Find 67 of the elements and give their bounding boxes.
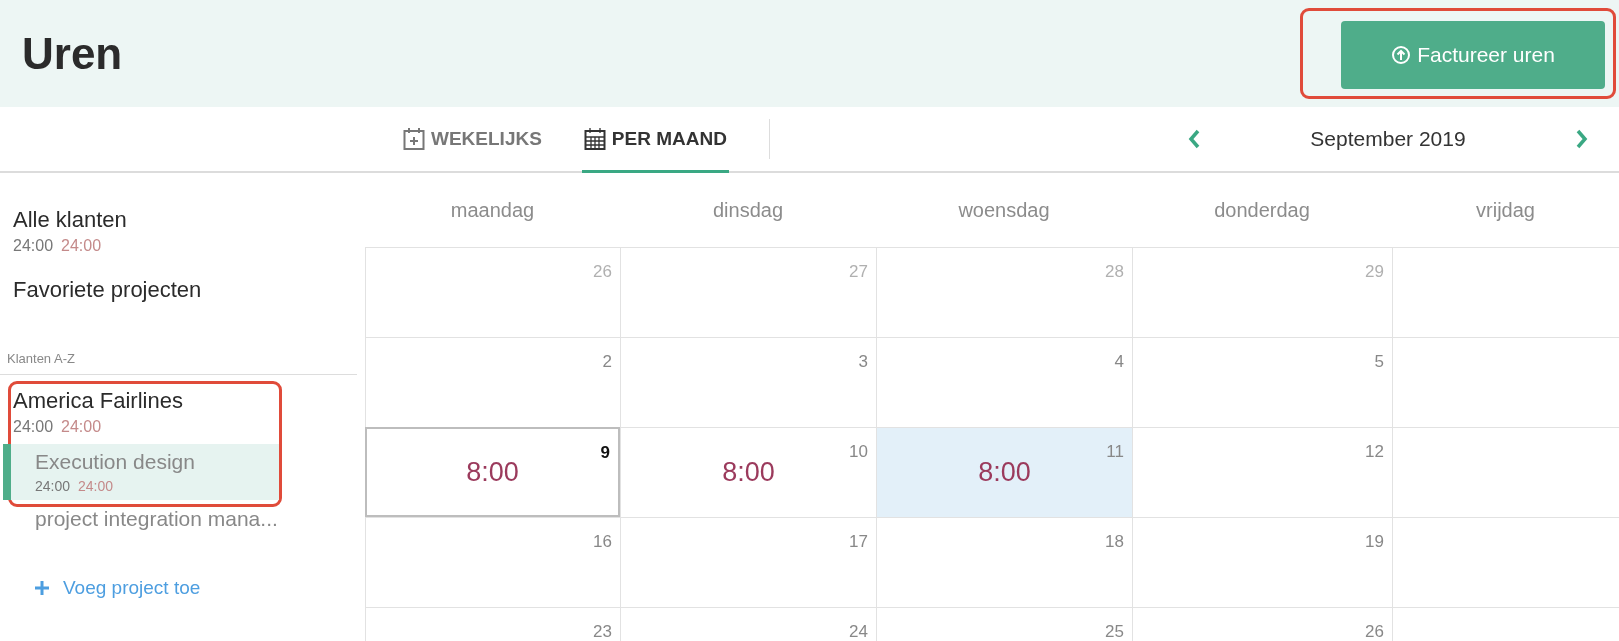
day-cell[interactable]: 2 bbox=[365, 337, 620, 427]
weekday-label: maandag bbox=[449, 197, 536, 223]
section-label: Klanten A-Z bbox=[0, 351, 357, 375]
day-number: 26 bbox=[1365, 622, 1384, 641]
hours-total: 8:00 bbox=[722, 457, 775, 488]
day-cell[interactable] bbox=[1392, 247, 1619, 337]
day-cell[interactable]: 23 bbox=[365, 607, 620, 641]
day-number: 11 bbox=[1106, 442, 1124, 462]
day-number: 23 bbox=[593, 622, 612, 641]
day-number: 12 bbox=[1365, 442, 1384, 462]
day-number: 25 bbox=[1105, 622, 1124, 641]
day-cell[interactable]: 9 8:00 bbox=[365, 427, 620, 517]
day-cell[interactable]: 24 bbox=[620, 607, 876, 641]
day-cell[interactable] bbox=[1392, 427, 1619, 517]
weekday-label: donderdag bbox=[1213, 197, 1311, 223]
day-cell[interactable]: 26 bbox=[1132, 607, 1392, 641]
project-item[interactable]: project integration mana... bbox=[8, 507, 365, 537]
chevron-left-icon bbox=[1187, 128, 1201, 150]
favorites-item[interactable]: Favoriete projecten bbox=[0, 273, 215, 307]
page-title: Uren bbox=[22, 28, 123, 79]
day-number: 3 bbox=[858, 352, 868, 372]
plus-icon bbox=[35, 581, 49, 595]
day-number: 4 bbox=[1114, 352, 1124, 372]
day-number: 29 bbox=[1365, 262, 1384, 282]
client-item[interactable]: America Fairlines 24:00 24:00 bbox=[11, 386, 185, 444]
day-cell[interactable]: 25 bbox=[876, 607, 1132, 641]
day-number: 24 bbox=[849, 622, 868, 641]
day-cell[interactable]: 11 8:00 bbox=[876, 427, 1132, 517]
day-number: 5 bbox=[1374, 352, 1384, 372]
day-number: 27 bbox=[849, 262, 868, 282]
day-number: 26 bbox=[593, 262, 612, 282]
day-number: 16 bbox=[593, 532, 612, 552]
weekday-label: woensdag bbox=[957, 197, 1051, 223]
day-cell[interactable]: 5 bbox=[1132, 337, 1392, 427]
day-cell[interactable]: 3 bbox=[620, 337, 876, 427]
day-number: 17 bbox=[849, 532, 868, 552]
weekday-label: dinsdag bbox=[711, 197, 785, 223]
invoice-button[interactable]: Factureer uren bbox=[1341, 21, 1605, 89]
day-cell[interactable]: 16 bbox=[365, 517, 620, 607]
hours-total: 8:00 bbox=[466, 456, 519, 488]
day-cell[interactable]: 17 bbox=[620, 517, 876, 607]
day-cell[interactable] bbox=[1392, 517, 1619, 607]
day-cell[interactable]: 18 bbox=[876, 517, 1132, 607]
day-cell[interactable]: 28 bbox=[876, 247, 1132, 337]
day-number: 9 bbox=[600, 443, 610, 463]
all-clients-item[interactable]: Alle klanten 24:00 24:00 bbox=[0, 203, 140, 259]
day-cell[interactable]: 12 bbox=[1132, 427, 1392, 517]
day-cell[interactable] bbox=[1392, 337, 1619, 427]
day-number: 28 bbox=[1105, 262, 1124, 282]
day-cell[interactable]: 19 bbox=[1132, 517, 1392, 607]
calendar-plus-icon bbox=[403, 126, 425, 151]
day-cell[interactable]: 26 bbox=[365, 247, 620, 337]
upload-circle-icon bbox=[1391, 45, 1412, 65]
day-number: 10 bbox=[849, 442, 868, 462]
day-number: 2 bbox=[602, 352, 612, 372]
weekday-label: vrijdag bbox=[1475, 197, 1536, 223]
calendar-icon bbox=[583, 126, 606, 151]
add-project-link[interactable]: Voeg project toe bbox=[0, 577, 201, 599]
day-cell[interactable]: 27 bbox=[620, 247, 876, 337]
hours-total: 8:00 bbox=[978, 457, 1031, 488]
day-number: 19 bbox=[1365, 532, 1384, 552]
view-tab[interactable]: PER MAAND bbox=[581, 107, 729, 173]
day-cell[interactable]: 29 bbox=[1132, 247, 1392, 337]
day-number: 18 bbox=[1105, 532, 1124, 552]
month-label: September 2019 bbox=[1310, 127, 1466, 151]
view-tab[interactable]: WEKELIJKS bbox=[401, 107, 544, 173]
chevron-right-icon bbox=[1575, 128, 1589, 150]
